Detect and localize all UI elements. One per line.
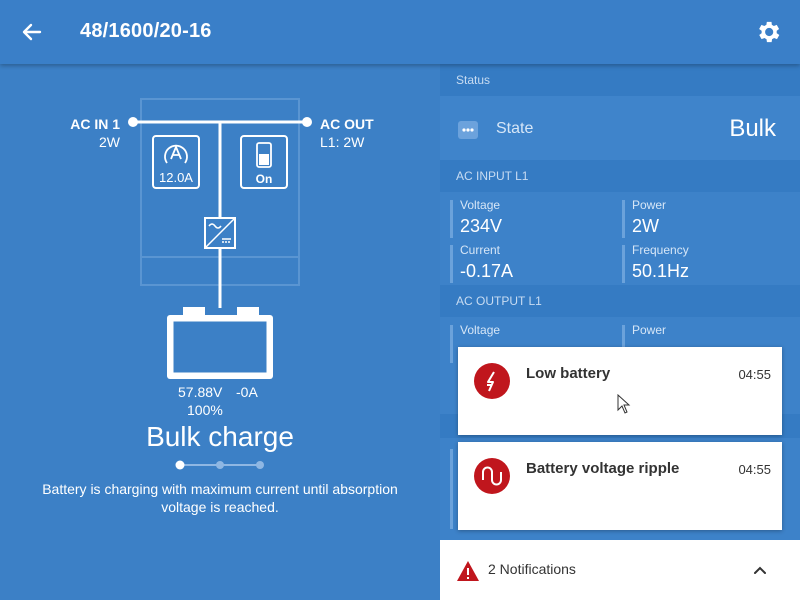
ac-input-power: Power 2W bbox=[622, 198, 782, 238]
warning-icon bbox=[457, 561, 479, 581]
ripple-icon bbox=[474, 458, 510, 494]
notification-time: 04:55 bbox=[738, 462, 771, 477]
ac-output-section-header: AC OUTPUT L1 bbox=[440, 285, 800, 317]
switch-icon bbox=[256, 142, 272, 168]
ac-out-node bbox=[302, 117, 312, 127]
notification-title: Battery voltage ripple bbox=[526, 460, 680, 477]
top-bar: 48/1600/20-16 bbox=[0, 0, 800, 64]
ac-input-voltage-label: Voltage bbox=[460, 198, 501, 212]
ac-out-label: AC OUT bbox=[320, 116, 374, 132]
system-overview-panel: AC IN 1 2W AC OUT L1: 2W 12.0A On 57.88V… bbox=[0, 64, 440, 600]
ac-output-voltage-label: Voltage bbox=[460, 323, 501, 337]
more-dots-icon bbox=[458, 121, 478, 139]
pager-dot-3 bbox=[256, 461, 264, 469]
input-current-limit-button[interactable]: 12.0A bbox=[152, 135, 200, 189]
switch-mode-button[interactable]: On bbox=[240, 135, 288, 189]
page-title: 48/1600/20-16 bbox=[80, 20, 212, 42]
ac-input-current-value: -0.17A bbox=[460, 261, 514, 281]
notification-card-low-battery[interactable]: Low battery 04:55 bbox=[458, 347, 782, 435]
ac-input-voltage: Voltage 234V bbox=[450, 198, 610, 238]
back-arrow-icon[interactable] bbox=[18, 18, 46, 46]
battery-voltage: 57.88V bbox=[178, 384, 223, 400]
state-label: State bbox=[496, 120, 534, 137]
ac-input-section-header: AC INPUT L1 bbox=[440, 160, 800, 192]
ac-output-power-label: Power bbox=[632, 323, 667, 337]
pager-dot-1 bbox=[175, 460, 185, 470]
ac-in-label: AC IN 1 bbox=[70, 116, 120, 132]
lightning-icon bbox=[474, 363, 510, 399]
notification-title: Low battery bbox=[526, 365, 611, 382]
ac-input-frequency-label: Frequency bbox=[632, 243, 689, 257]
ac-input-power-value: 2W bbox=[632, 216, 659, 236]
ac-input-current-label: Current bbox=[460, 243, 501, 257]
ac-input-frequency: Frequency 50.1Hz bbox=[622, 243, 782, 283]
ac-in-node bbox=[128, 117, 138, 127]
notifications-toggle-bar[interactable]: 2 Notifications bbox=[440, 540, 800, 600]
charge-state-title: Bulk charge bbox=[146, 421, 294, 452]
status-section-header: Status bbox=[440, 64, 800, 96]
notification-card-voltage-ripple[interactable]: Battery voltage ripple 04:55 bbox=[458, 442, 782, 530]
battery-icon bbox=[167, 307, 273, 379]
ac-out-value: L1: 2W bbox=[320, 134, 365, 150]
state-value: Bulk bbox=[729, 115, 776, 142]
notifications-count-label: 2 Notifications bbox=[488, 561, 576, 577]
battery-current: -0A bbox=[236, 384, 258, 400]
notification-time: 04:55 bbox=[738, 367, 771, 382]
ac-input-frequency-value: 50.1Hz bbox=[632, 261, 690, 281]
ac-input-power-label: Power bbox=[632, 198, 667, 212]
ac-in-value: 2W bbox=[99, 134, 120, 150]
switch-value: On bbox=[255, 172, 273, 186]
chevron-up-icon[interactable] bbox=[752, 562, 768, 578]
gear-icon[interactable] bbox=[754, 18, 782, 46]
ac-input-current: Current -0.17A bbox=[450, 243, 610, 283]
pager-dot-2 bbox=[216, 461, 224, 469]
mouse-cursor-icon bbox=[617, 394, 631, 414]
charge-state-description: Battery is charging with maximum current… bbox=[42, 481, 398, 515]
current-limit-value: 12.0A bbox=[159, 170, 193, 185]
ac-input-voltage-value: 234V bbox=[460, 216, 503, 236]
hidden-cell-bar bbox=[450, 449, 453, 529]
ammeter-icon bbox=[164, 144, 188, 164]
battery-soc: 100% bbox=[187, 402, 223, 418]
